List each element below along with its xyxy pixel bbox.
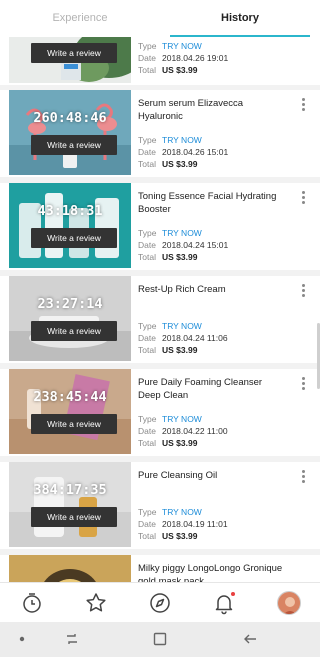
type-value: TRY NOW (162, 414, 202, 424)
total-row: Total US $3.99 (138, 438, 198, 448)
type-value: TRY NOW (162, 41, 202, 51)
date-value: 2018.04.24 15:01 (162, 240, 229, 250)
date-row: Date 2018.04.26 15:01 (138, 147, 229, 157)
product-thumbnail (9, 555, 131, 582)
product-title[interactable]: Pure Daily Foaming Cleanser Deep Clean (138, 377, 286, 402)
product-title[interactable]: Pure Cleansing Oil (138, 470, 286, 483)
total-row: Total US $3.99 (138, 345, 198, 355)
product-thumbnail: 23:27:14 Write a review (9, 276, 131, 361)
countdown-timer: 260:48:46 (33, 110, 107, 126)
total-value: US $3.99 (162, 345, 198, 355)
product-thumbnail: 43:18:31 Write a review (9, 183, 131, 268)
countdown-timer: 23:27:14 (37, 296, 103, 312)
write-review-button[interactable]: Write a review (31, 414, 117, 434)
tab-bar: Experience History (0, 0, 320, 37)
countdown-timer: 238:45:44 (33, 389, 107, 405)
notification-badge (231, 592, 235, 596)
product-title[interactable]: Rest-Up Rich Cream (138, 284, 286, 297)
date-row: Date 2018.04.22 11:00 (138, 426, 228, 436)
date-row: Date 2018.04.24 15:01 (138, 240, 229, 250)
type-row: Type TRY NOW (138, 41, 202, 51)
type-value: TRY NOW (162, 228, 202, 238)
date-value: 2018.04.22 11:00 (162, 426, 228, 436)
product-title[interactable]: Serum serum Elizavecca Hyaluronic (138, 98, 286, 123)
total-row: Total US $3.99 (138, 252, 198, 262)
total-value: US $3.99 (162, 531, 198, 541)
product-title[interactable]: Milky piggy LongoLongo Gronique gold mas… (138, 563, 286, 582)
total-value: US $3.99 (162, 159, 198, 169)
type-row: Type TRY NOW (138, 135, 202, 145)
date-value: 2018.04.26 15:01 (162, 147, 229, 157)
more-options-icon[interactable] (300, 284, 306, 300)
type-row: Type TRY NOW (138, 228, 202, 238)
write-review-button[interactable]: Write a review (31, 321, 117, 341)
countdown-timer: 43:18:31 (37, 203, 103, 219)
more-options-icon[interactable] (300, 98, 306, 114)
total-value: US $3.99 (162, 252, 198, 262)
product-thumbnail: 238:45:44 Write a review (9, 369, 131, 454)
date-value: 2018.04.19 11:01 (162, 519, 228, 529)
history-card[interactable]: 43:18:31 Write a review Toning Essence F… (0, 183, 320, 270)
type-row: Type TRY NOW (138, 414, 202, 424)
total-row: Total US $3.99 (138, 531, 198, 541)
history-card[interactable]: Milky piggy LongoLongo Gronique gold mas… (0, 555, 320, 582)
date-row: Date 2018.04.26 19:01 (138, 53, 229, 63)
write-review-button[interactable]: Write a review (31, 43, 117, 63)
star-icon[interactable] (84, 591, 108, 615)
type-row: Type TRY NOW (138, 507, 202, 517)
back-icon[interactable] (242, 631, 258, 647)
compass-icon[interactable] (148, 591, 172, 615)
write-review-button[interactable]: Write a review (31, 135, 117, 155)
history-card[interactable]: 384:17:35 Write a review Pure Cleansing … (0, 462, 320, 549)
clock-icon[interactable] (20, 591, 44, 615)
system-navigation-bar (0, 622, 320, 657)
total-value: US $3.99 (162, 65, 198, 75)
write-review-button[interactable]: Write a review (31, 228, 117, 248)
history-card[interactable]: 23:27:14 Write a review Rest-Up Rich Cre… (0, 276, 320, 363)
history-card[interactable]: 260:48:46 Write a review Serum serum Eli… (0, 90, 320, 177)
date-value: 2018.04.26 19:01 (162, 53, 229, 63)
history-card[interactable]: 238:45:44 Write a review Pure Daily Foam… (0, 369, 320, 456)
avatar[interactable] (277, 591, 301, 615)
product-thumbnail: Write a review (9, 37, 131, 83)
total-row: Total US $3.99 (138, 65, 198, 75)
type-value: TRY NOW (162, 321, 202, 331)
product-title[interactable]: Toning Essence Facial Hydrating Booster (138, 191, 286, 216)
home-icon[interactable] (152, 631, 168, 647)
more-options-icon[interactable] (300, 377, 306, 393)
product-thumbnail: 384:17:35 Write a review (9, 462, 131, 547)
total-row: Total US $3.99 (138, 159, 198, 169)
history-list[interactable]: Write a review Type TRY NOW Date 2018.04.2… (0, 37, 320, 582)
type-value: TRY NOW (162, 507, 202, 517)
bell-icon[interactable] (212, 591, 236, 615)
type-row: Type TRY NOW (138, 321, 202, 331)
date-row: Date 2018.04.19 11:01 (138, 519, 228, 529)
type-value: TRY NOW (162, 135, 202, 145)
recent-apps-icon[interactable] (64, 631, 80, 647)
write-review-button[interactable]: Write a review (31, 507, 117, 527)
more-options-icon[interactable] (300, 191, 306, 207)
more-options-icon[interactable] (300, 470, 306, 486)
tab-history[interactable]: History (160, 0, 320, 37)
total-value: US $3.99 (162, 438, 198, 448)
date-value: 2018.04.24 11:06 (162, 333, 228, 343)
history-card[interactable]: Write a review Type TRY NOW Date 2018.04.2… (0, 37, 320, 85)
tab-experience[interactable]: Experience (0, 0, 160, 37)
bottom-navigation (0, 582, 320, 622)
date-row: Date 2018.04.24 11:06 (138, 333, 228, 343)
dot-icon[interactable] (14, 631, 30, 647)
product-thumbnail: 260:48:46 Write a review (9, 90, 131, 175)
countdown-timer: 384:17:35 (33, 482, 107, 498)
